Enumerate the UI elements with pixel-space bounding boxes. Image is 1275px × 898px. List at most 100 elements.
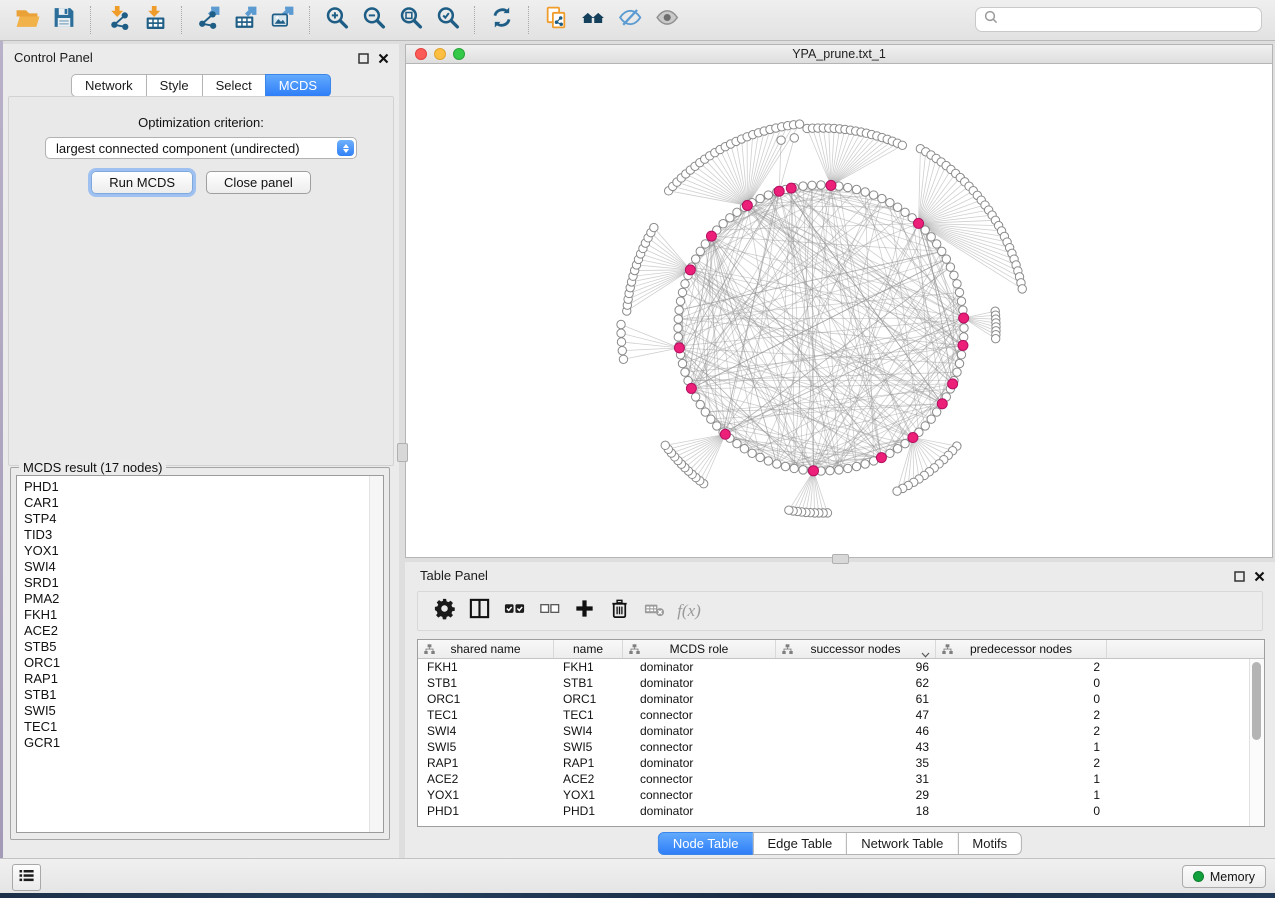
table-row[interactable]: PHD1PHD1dominator180 — [418, 803, 1264, 819]
column-header-name[interactable]: name — [554, 640, 623, 658]
cell-mcds-role: dominator — [623, 756, 776, 770]
export-image-button[interactable] — [264, 3, 301, 37]
result-list-item[interactable]: STB5 — [24, 639, 383, 655]
table-row[interactable]: ORC1ORC1dominator610 — [418, 691, 1264, 707]
result-list-item[interactable]: SWI4 — [24, 559, 383, 575]
result-list-item[interactable]: SWI5 — [24, 703, 383, 719]
close-table-panel-icon[interactable] — [1254, 569, 1265, 587]
refresh-icon — [489, 5, 515, 35]
delete-row-button[interactable] — [603, 595, 635, 627]
float-table-panel-icon[interactable] — [1234, 569, 1245, 587]
column-label: shared name — [450, 642, 520, 656]
horizontal-splitter-handle[interactable] — [832, 554, 849, 564]
import-network-button[interactable] — [99, 3, 136, 37]
open-file-button[interactable] — [8, 3, 45, 37]
vertical-splitter-handle[interactable] — [397, 443, 408, 462]
tab-style[interactable]: Style — [146, 74, 203, 97]
show-columns-button[interactable] — [463, 595, 495, 627]
table-row[interactable]: SWI4SWI4dominator462 — [418, 723, 1264, 739]
table-row[interactable]: RAP1RAP1dominator352 — [418, 755, 1264, 771]
cell-shared-name: ACE2 — [418, 772, 554, 786]
zoom-fit-button[interactable] — [392, 3, 429, 37]
tab-motifs[interactable]: Motifs — [957, 832, 1022, 855]
result-list-item[interactable]: FKH1 — [24, 607, 383, 623]
result-list-item[interactable]: YOX1 — [24, 543, 383, 559]
table-row[interactable]: STB1STB1dominator620 — [418, 675, 1264, 691]
result-list-item[interactable]: TEC1 — [24, 719, 383, 735]
search-box[interactable] — [975, 7, 1262, 32]
control-panel-title: Control Panel — [14, 50, 93, 65]
cell-name: FKH1 — [554, 660, 623, 674]
deselect-all-icon — [538, 597, 561, 625]
result-list-item[interactable]: GCR1 — [24, 735, 383, 751]
close-panel-button[interactable]: Close panel — [206, 171, 311, 194]
tab-network-table[interactable]: Network Table — [846, 832, 958, 855]
mcds-result-list[interactable]: PHD1CAR1STP4TID3YOX1SWI4SRD1PMA2FKH1ACE2… — [16, 475, 384, 833]
table-settings-button[interactable] — [428, 595, 460, 627]
result-list-item[interactable]: RAP1 — [24, 671, 383, 687]
import-table-button[interactable] — [136, 3, 173, 37]
column-header-predecessor-nodes[interactable]: predecessor nodes — [936, 640, 1107, 658]
select-all-button[interactable] — [498, 595, 530, 627]
zoom-in-button[interactable] — [318, 3, 355, 37]
result-list-scrollbar[interactable] — [369, 476, 383, 832]
clone-network-button[interactable] — [537, 3, 574, 37]
close-window-icon[interactable] — [415, 48, 427, 60]
column-header-shared-name[interactable]: shared name — [418, 640, 554, 658]
tab-select[interactable]: Select — [202, 74, 266, 97]
maximize-window-icon[interactable] — [453, 48, 465, 60]
result-list-item[interactable]: ACE2 — [24, 623, 383, 639]
cell-name: SWI4 — [554, 724, 623, 738]
result-list-item[interactable]: STP4 — [24, 511, 383, 527]
search-input[interactable] — [1003, 12, 1261, 28]
tab-network[interactable]: Network — [71, 74, 147, 97]
delete-table-icon — [643, 597, 666, 625]
delete-row-icon — [608, 597, 631, 625]
result-list-item[interactable]: STB1 — [24, 687, 383, 703]
close-panel-icon[interactable] — [378, 51, 389, 69]
table-row[interactable]: YOX1YOX1connector291 — [418, 787, 1264, 803]
column-header-MCDS-role[interactable]: MCDS role — [623, 640, 776, 658]
import-network-icon — [105, 5, 131, 35]
column-header-successor-nodes[interactable]: successor nodes — [776, 640, 936, 658]
first-neighbors-button[interactable] — [574, 3, 611, 37]
table-row[interactable]: SWI5SWI5connector431 — [418, 739, 1264, 755]
hide-selected-button[interactable] — [611, 3, 648, 37]
add-row-button[interactable] — [568, 595, 600, 627]
tab-node-table[interactable]: Node Table — [658, 832, 754, 855]
result-list-item[interactable]: ORC1 — [24, 655, 383, 671]
table-row[interactable]: TEC1TEC1connector472 — [418, 707, 1264, 723]
memory-button[interactable]: Memory — [1182, 865, 1266, 888]
export-network-button[interactable] — [190, 3, 227, 37]
table-scrollbar[interactable] — [1249, 659, 1264, 826]
show-all-button[interactable] — [648, 3, 685, 37]
control-panel: Control Panel NetworkStyleSelectMCDS Opt… — [3, 44, 399, 858]
export-table-button[interactable] — [227, 3, 264, 37]
refresh-button[interactable] — [483, 3, 520, 37]
zoom-selected-button[interactable] — [429, 3, 466, 37]
result-list-item[interactable]: CAR1 — [24, 495, 383, 511]
table-scrollbar-thumb[interactable] — [1252, 662, 1261, 740]
table-row[interactable]: FKH1FKH1dominator962 — [418, 659, 1264, 675]
network-canvas-svg[interactable] — [406, 64, 1272, 557]
result-list-item[interactable]: PMA2 — [24, 591, 383, 607]
tab-mcds[interactable]: MCDS — [265, 74, 331, 97]
result-list-item[interactable]: SRD1 — [24, 575, 383, 591]
run-mcds-button[interactable]: Run MCDS — [91, 171, 193, 194]
zoom-out-button[interactable] — [355, 3, 392, 37]
network-window-titlebar[interactable]: YPA_prune.txt_1 — [406, 45, 1272, 64]
tab-edge-table[interactable]: Edge Table — [752, 832, 847, 855]
cell-name: PHD1 — [554, 804, 623, 818]
minimize-window-icon[interactable] — [434, 48, 446, 60]
application-window: Control Panel NetworkStyleSelectMCDS Opt… — [0, 0, 1275, 898]
criterion-select[interactable]: largest connected component (undirected) — [45, 137, 357, 159]
save-session-button[interactable] — [45, 3, 82, 37]
export-table-icon — [233, 5, 259, 35]
result-list-item[interactable]: TID3 — [24, 527, 383, 543]
control-tabs: NetworkStyleSelectMCDS — [71, 74, 331, 97]
table-row[interactable]: ACE2ACE2connector311 — [418, 771, 1264, 787]
float-panel-icon[interactable] — [358, 51, 369, 69]
task-history-button[interactable] — [12, 864, 41, 891]
deselect-all-button[interactable] — [533, 595, 565, 627]
result-list-item[interactable]: PHD1 — [24, 479, 383, 495]
